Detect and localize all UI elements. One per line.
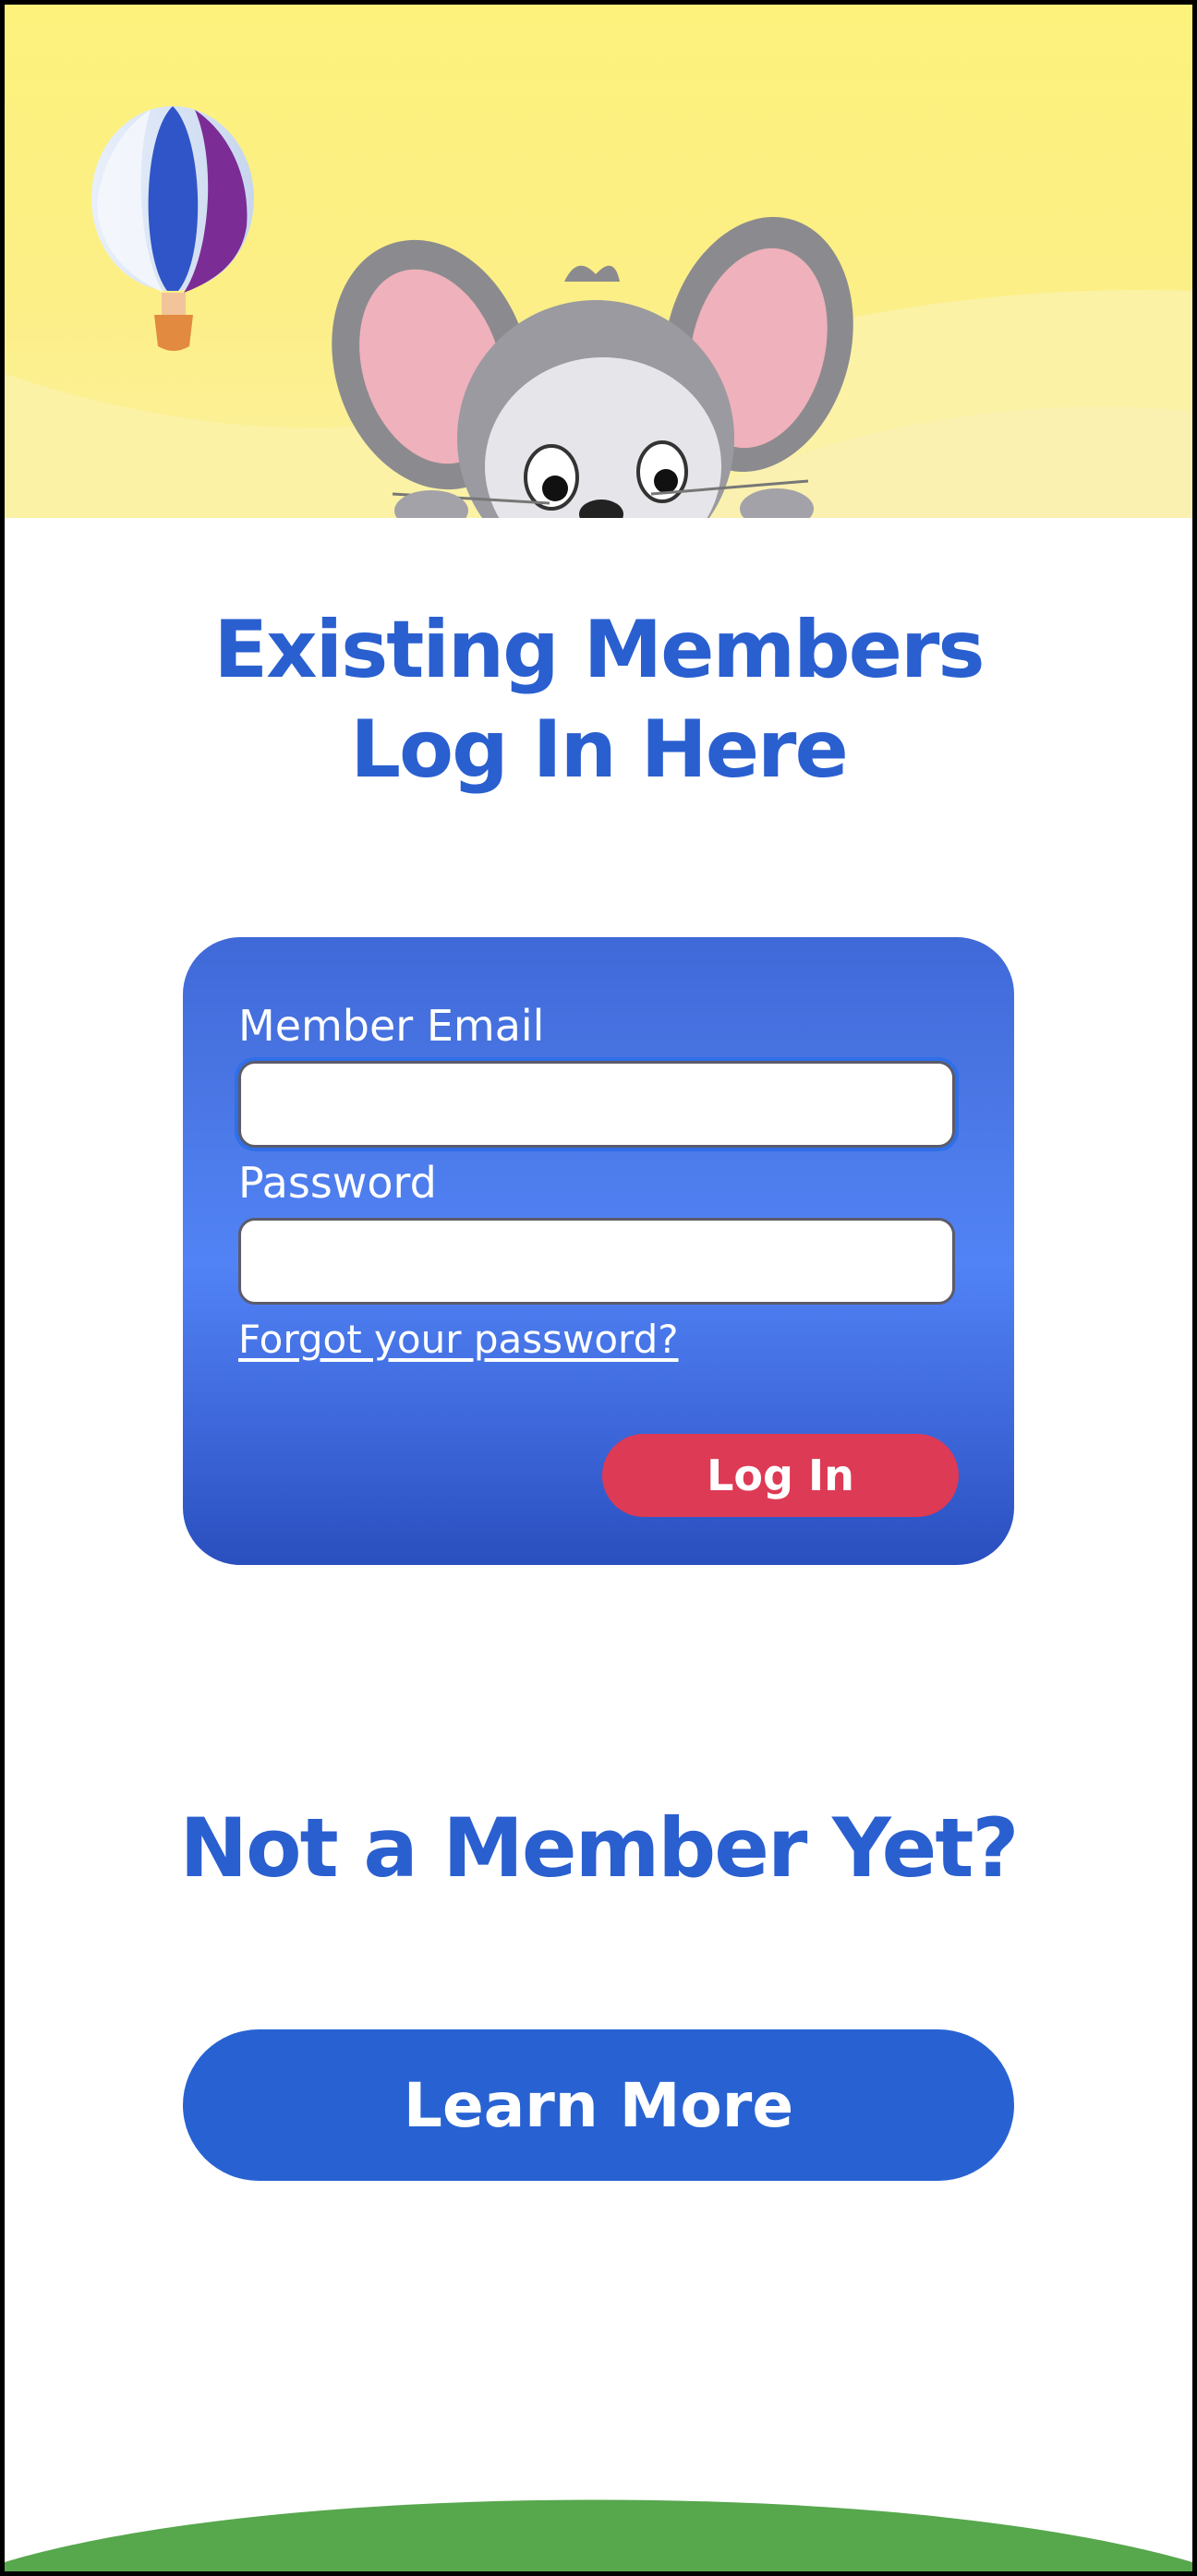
learn-more-button[interactable]: Learn More — [183, 2029, 1014, 2181]
password-label: Password — [238, 1158, 437, 1208]
existing-members-heading: Existing Members Log In Here — [5, 600, 1192, 800]
header-banner — [5, 5, 1192, 518]
forgot-password-link[interactable]: Forgot your password? — [238, 1316, 679, 1364]
not-a-member-heading: Not a Member Yet? — [179, 1800, 1020, 1896]
password-input[interactable] — [238, 1218, 955, 1305]
member-email-input[interactable] — [238, 1061, 955, 1148]
log-in-button[interactable]: Log In — [602, 1434, 959, 1517]
header-illustration — [5, 106, 1192, 518]
page-frame: Existing Members Log In Here Member Emai… — [5, 5, 1192, 2571]
green-hill-decoration — [5, 2499, 1192, 2571]
existing-members-title-line1: Existing Members — [213, 604, 985, 696]
member-email-label: Member Email — [238, 1001, 545, 1051]
login-card: Member Email Password Forgot your passwo… — [183, 937, 1014, 1565]
existing-members-title-line2: Log In Here — [350, 704, 849, 796]
hot-air-balloon-icon — [91, 106, 254, 351]
